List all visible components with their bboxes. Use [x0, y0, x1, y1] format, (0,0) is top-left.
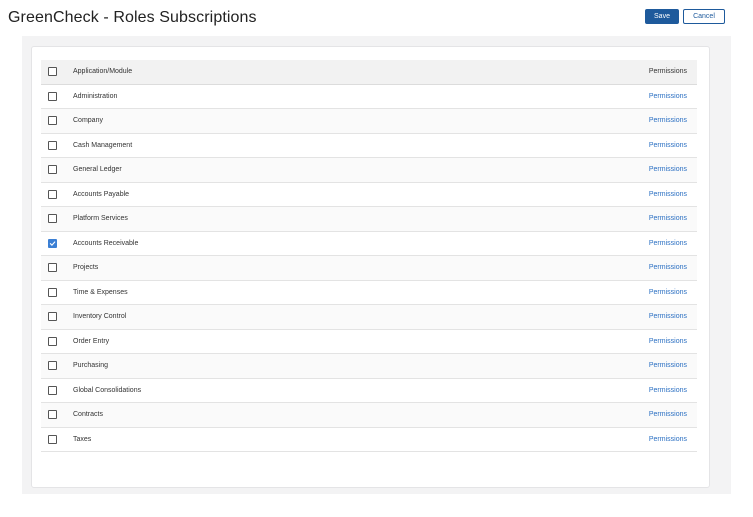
row-checkbox[interactable]: [48, 410, 57, 420]
select-all-checkbox[interactable]: [48, 67, 57, 77]
table-row: Accounts Receivable Permissions: [41, 232, 697, 256]
row-checkbox[interactable]: [48, 263, 57, 273]
table-row: Global Consolidations Permissions: [41, 379, 697, 403]
row-checkbox[interactable]: [48, 140, 57, 150]
module-name: Taxes: [73, 435, 92, 443]
row-checkbox[interactable]: [48, 116, 57, 126]
table-header-row: Application/Module Permissions: [41, 60, 697, 85]
module-name: Purchasing: [73, 362, 109, 370]
module-name: Accounts Payable: [73, 190, 130, 198]
module-name: Administration: [73, 92, 118, 100]
permissions-link[interactable]: Permissions: [649, 387, 687, 394]
module-name: Accounts Receivable: [73, 239, 139, 247]
module-name: Company: [73, 117, 103, 125]
row-checkbox[interactable]: [48, 434, 57, 444]
save-button[interactable]: Save: [645, 9, 679, 24]
module-name: Global Consolidations: [73, 386, 142, 394]
subscriptions-table: Application/Module Permissions Administr…: [41, 60, 697, 452]
column-header-permissions: Permissions: [648, 68, 687, 76]
permissions-link[interactable]: Permissions: [649, 264, 687, 271]
permissions-link[interactable]: Permissions: [649, 117, 687, 124]
check-icon: [49, 241, 56, 246]
row-checkbox[interactable]: [48, 361, 57, 371]
module-name: Cash Management: [73, 141, 133, 149]
permissions-link[interactable]: Permissions: [649, 166, 687, 173]
table-row: Contracts Permissions: [41, 403, 697, 428]
module-name: Platform Services: [73, 215, 128, 223]
module-name: Contracts: [73, 411, 103, 419]
permissions-link[interactable]: Permissions: [649, 191, 687, 198]
module-name: Inventory Control: [73, 313, 127, 321]
permissions-link[interactable]: Permissions: [649, 436, 687, 443]
module-name: Order Entry: [73, 337, 110, 345]
row-checkbox[interactable]: [48, 91, 57, 101]
row-checkbox[interactable]: [48, 238, 57, 248]
cancel-button[interactable]: Cancel: [683, 9, 725, 24]
row-checkbox[interactable]: [48, 312, 57, 322]
table-row: Taxes Permissions: [41, 428, 697, 452]
row-checkbox[interactable]: [48, 165, 57, 175]
permissions-link[interactable]: Permissions: [649, 215, 687, 222]
page-title: GreenCheck - Roles Subscriptions: [8, 9, 257, 26]
table-row: Projects Permissions: [41, 256, 697, 281]
permissions-link[interactable]: Permissions: [649, 313, 687, 320]
row-checkbox[interactable]: [48, 189, 57, 199]
permissions-link[interactable]: Permissions: [649, 289, 687, 296]
permissions-link[interactable]: Permissions: [649, 240, 687, 247]
table-row: General Ledger Permissions: [41, 158, 697, 183]
row-checkbox[interactable]: [48, 336, 57, 346]
module-name: Projects: [73, 264, 99, 272]
permissions-link[interactable]: Permissions: [649, 411, 687, 418]
page-header: GreenCheck - Roles Subscriptions Save Ca…: [0, 0, 753, 36]
module-name: Time & Expenses: [73, 288, 128, 296]
row-checkbox[interactable]: [48, 214, 57, 224]
table-row: Time & Expenses Permissions: [41, 281, 697, 305]
permissions-link[interactable]: Permissions: [649, 142, 687, 149]
permissions-link[interactable]: Permissions: [649, 338, 687, 345]
row-checkbox[interactable]: [48, 287, 57, 297]
table-row: Accounts Payable Permissions: [41, 183, 697, 207]
table-row: Purchasing Permissions: [41, 354, 697, 379]
column-header-module: Application/Module: [73, 68, 133, 76]
row-checkbox[interactable]: [48, 385, 57, 395]
table-body: Administration Permissions Company Permissi…: [41, 85, 697, 452]
table-row: Order Entry Permissions: [41, 330, 697, 354]
table-row: Cash Management Permissions: [41, 134, 697, 158]
permissions-link[interactable]: Permissions: [649, 93, 687, 100]
permissions-link[interactable]: Permissions: [649, 362, 687, 369]
module-name: General Ledger: [73, 166, 122, 174]
table-row: Platform Services Permissions: [41, 207, 697, 232]
table-row: Company Permissions: [41, 109, 697, 134]
table-row: Administration Permissions: [41, 85, 697, 109]
table-row: Inventory Control Permissions: [41, 305, 697, 330]
